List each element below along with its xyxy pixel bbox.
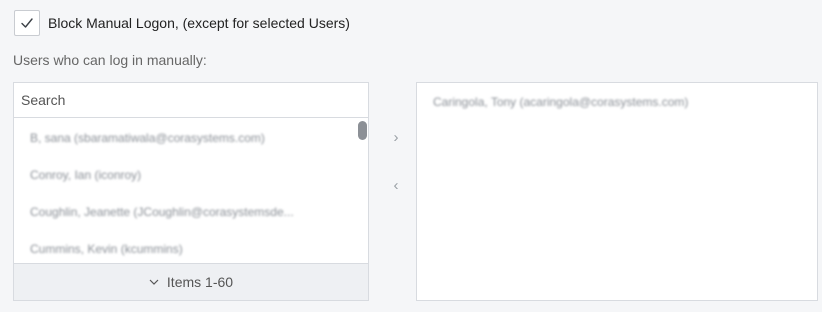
list-item[interactable]: Caringola, Tony (acaringola@corasystems.… [433,95,688,109]
list-item[interactable]: B, sana (sbaramatiwala@corasystems.com) [14,119,368,156]
add-selected-button[interactable]: › [385,126,407,148]
available-users-items: B, sana (sbaramatiwala@corasystems.com) … [14,119,368,264]
selected-users-list: Caringola, Tony (acaringola@corasystems.… [416,82,818,301]
remove-selected-button[interactable]: ‹ [385,174,407,196]
checkmark-icon [21,18,33,28]
chevron-left-icon: ‹ [393,176,399,194]
items-pager-button[interactable]: Items 1-60 [14,263,368,300]
list-item[interactable]: Cummins, Kevin (kcummins) [14,230,368,264]
block-manual-logon-panel: Block Manual Logon, (except for selected… [0,0,822,312]
users-section-label: Users who can log in manually: [13,52,207,68]
list-item[interactable]: Coughlin, Jeanette (JCoughlin@corasystem… [14,193,368,230]
available-users-list: B, sana (sbaramatiwala@corasystems.com) … [13,82,369,301]
chevron-down-icon [149,279,159,285]
block-manual-logon-checkbox[interactable] [14,10,40,36]
search-input[interactable] [14,83,368,118]
pager-label: Items 1-60 [166,274,234,290]
block-manual-logon-row: Block Manual Logon, (except for selected… [14,10,350,36]
block-manual-logon-label: Block Manual Logon, (except for selected… [48,15,350,31]
chevron-right-icon: › [393,128,399,146]
list-item[interactable]: Conroy, Ian (iconroy) [14,156,368,193]
scrollbar-thumb[interactable] [358,121,367,140]
